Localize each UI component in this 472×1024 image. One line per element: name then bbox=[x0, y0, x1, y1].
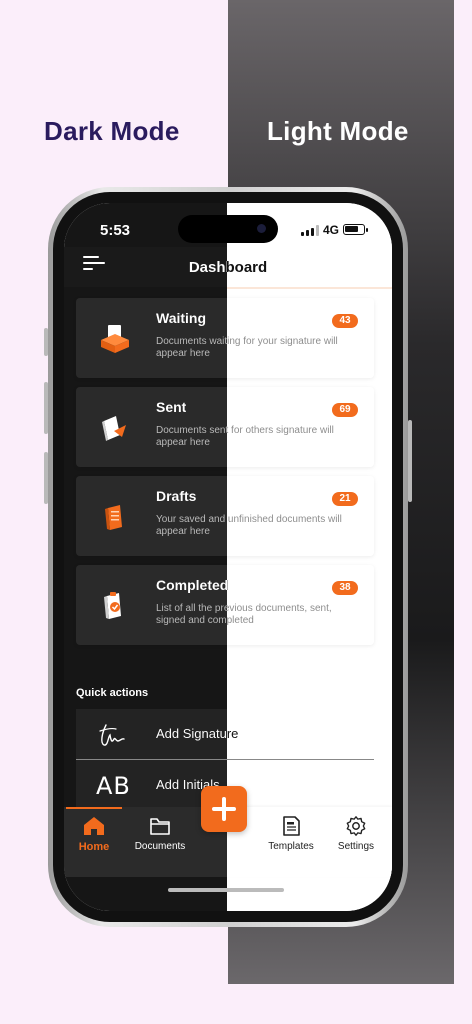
dark-mode-label: Dark Mode bbox=[44, 116, 180, 146]
tab-settings[interactable]: Settings bbox=[324, 815, 388, 852]
card-sent[interactable]: Sent Documents sent for others signature… bbox=[76, 387, 374, 467]
signature-icon bbox=[99, 724, 125, 746]
home-icon bbox=[84, 817, 104, 835]
draft-document-icon bbox=[105, 505, 122, 530]
tab-templates[interactable]: Templates bbox=[259, 815, 323, 852]
folder-icon bbox=[150, 818, 170, 835]
light-mode-label: Light Mode bbox=[267, 116, 409, 146]
phone-frame: 5:53 4G Dashboard Waiting Documents wait… bbox=[48, 187, 408, 927]
card-completed[interactable]: Completed List of all the previous docum… bbox=[76, 565, 374, 645]
status-badge: 69 bbox=[332, 403, 358, 417]
power-button bbox=[408, 420, 412, 502]
home-indicator bbox=[168, 888, 284, 892]
completed-clipboard-icon bbox=[104, 592, 121, 619]
status-badge: 21 bbox=[332, 492, 358, 506]
tab-home[interactable]: Home bbox=[64, 815, 126, 853]
template-document-icon bbox=[283, 816, 300, 836]
page-title: Dashboard bbox=[64, 259, 392, 276]
card-waiting[interactable]: Waiting Documents waiting for your signa… bbox=[76, 298, 374, 378]
add-signature-button[interactable]: Add Signature bbox=[76, 709, 374, 759]
quick-actions-heading: Quick actions bbox=[76, 687, 149, 699]
gear-icon bbox=[346, 816, 366, 836]
network-type: 4G bbox=[323, 223, 340, 237]
sent-document-icon bbox=[102, 416, 126, 441]
active-tab-indicator bbox=[66, 807, 122, 809]
status-badge: 43 bbox=[332, 314, 358, 328]
card-drafts[interactable]: Drafts Your saved and unfinished documen… bbox=[76, 476, 374, 556]
inbox-tray-icon bbox=[101, 325, 129, 353]
status-time: 5:53 bbox=[100, 222, 131, 239]
initials-icon: AB bbox=[96, 772, 131, 800]
signal-icon bbox=[301, 225, 319, 236]
add-document-button[interactable] bbox=[201, 786, 247, 832]
tab-documents[interactable]: Documents bbox=[128, 815, 192, 852]
status-badge: 38 bbox=[332, 581, 358, 595]
camera-icon bbox=[257, 224, 266, 233]
app-screen: 5:53 4G Dashboard Waiting Documents wait… bbox=[64, 203, 392, 911]
battery-icon bbox=[343, 224, 368, 235]
